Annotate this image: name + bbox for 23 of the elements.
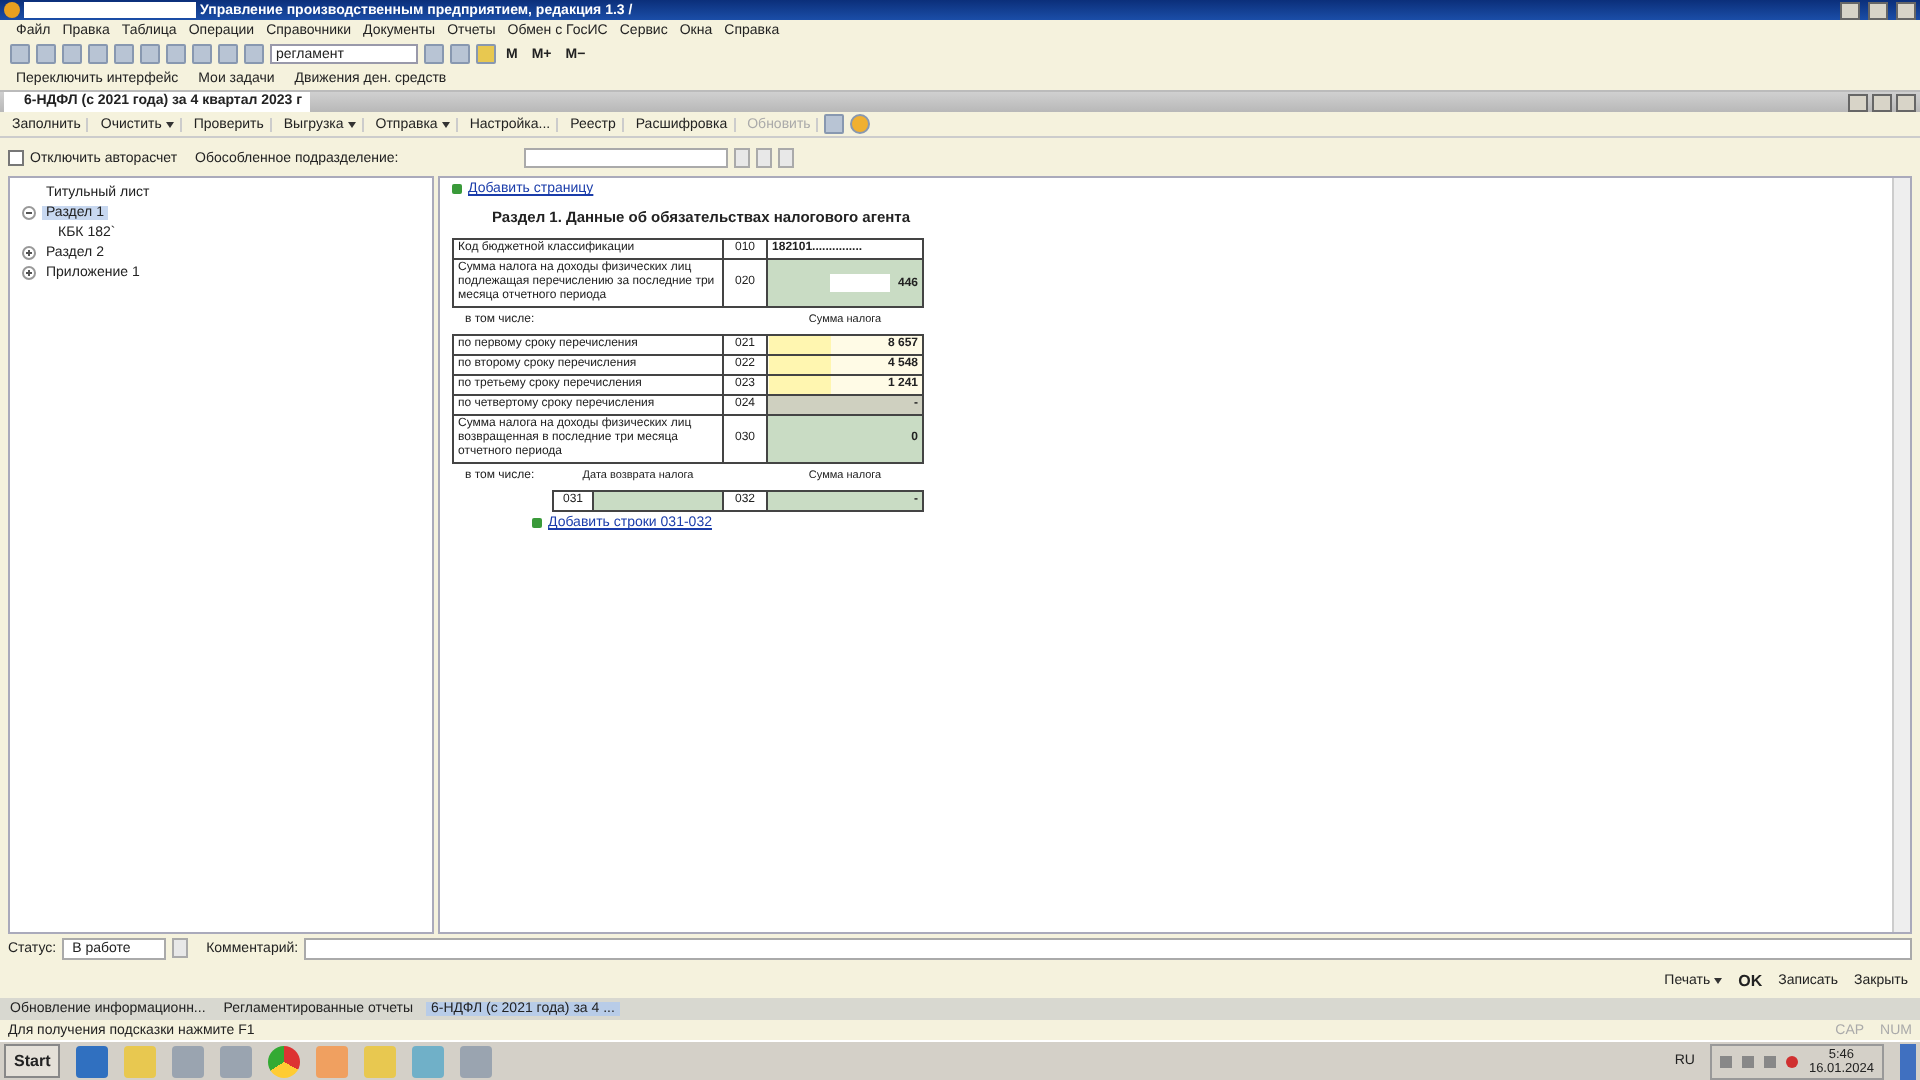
subdivision-field[interactable] <box>524 148 729 168</box>
minimize-button[interactable] <box>1848 93 1868 111</box>
checkbox[interactable] <box>8 150 24 166</box>
redacted-block <box>830 273 890 292</box>
ok-button[interactable]: OK <box>1738 971 1763 989</box>
date-cell[interactable] <box>593 491 724 511</box>
show-desktop-button[interactable] <box>1900 1043 1916 1079</box>
maximize-button[interactable] <box>1872 93 1892 111</box>
expand-icon[interactable] <box>22 245 36 259</box>
collapse-icon[interactable] <box>22 205 36 219</box>
maximize-button[interactable] <box>1868 1 1888 19</box>
ellipsis-button[interactable] <box>172 938 189 958</box>
plus-icon <box>532 518 542 528</box>
comment-field[interactable] <box>304 937 1912 959</box>
app-logo-icon <box>4 2 20 18</box>
close-button[interactable] <box>1896 93 1916 111</box>
close-button[interactable] <box>1896 1 1916 19</box>
plus-icon <box>452 184 462 194</box>
browser-icon[interactable] <box>268 1045 301 1077</box>
minimize-button[interactable] <box>1840 1 1860 19</box>
expand-icon[interactable] <box>22 265 36 279</box>
vertical-scrollbar[interactable] <box>1892 178 1910 932</box>
start-button[interactable]: Start <box>4 1044 61 1078</box>
